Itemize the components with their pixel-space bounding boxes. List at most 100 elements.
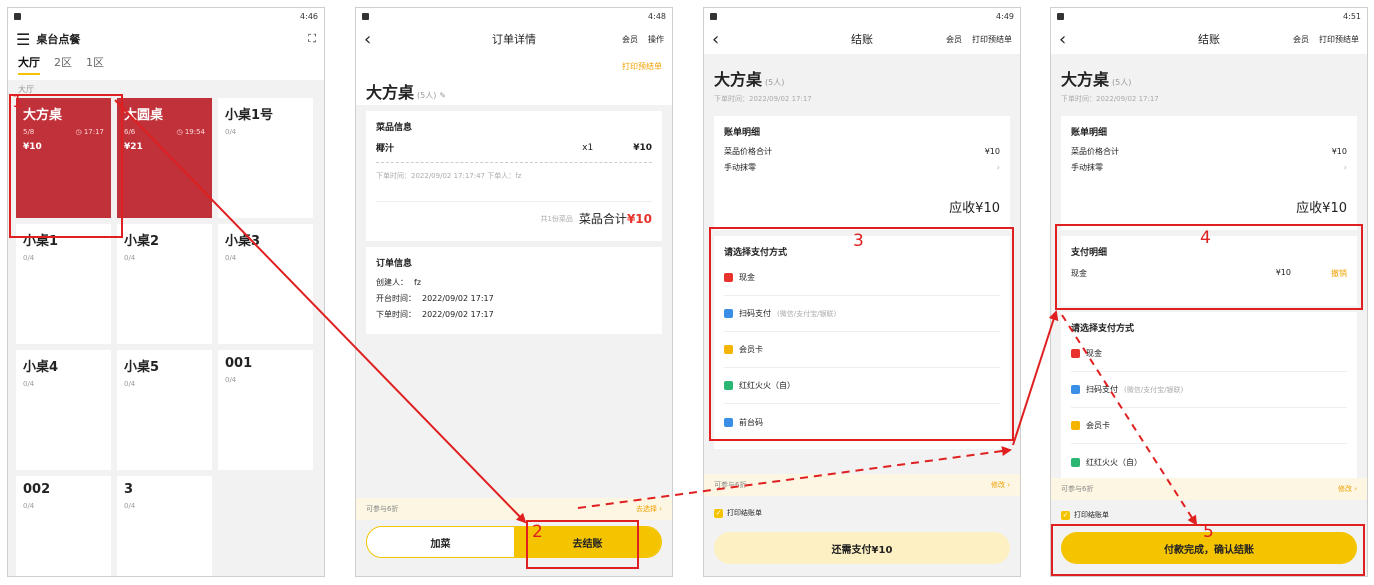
table-card[interactable]: 小桌5 0/4 (117, 350, 212, 470)
custom-pay-icon (1071, 457, 1080, 467)
member-button[interactable]: 会员 (1293, 34, 1309, 45)
tab-area-1[interactable]: 1区 (86, 54, 104, 73)
pay-method-custom[interactable]: 红红火火（自） (1071, 444, 1347, 480)
people-count: (5人) (1112, 78, 1132, 87)
pay-method-scan[interactable]: 扫码支付 (微信/支付宝/银联) (1071, 372, 1347, 408)
section-title: 订单信息 (376, 259, 413, 269)
print-prebill-button[interactable]: 打印预结单 (972, 34, 1012, 45)
order-time-value: 2022/09/02 17:17 (422, 310, 494, 319)
table-title: 大方桌 (1061, 70, 1110, 89)
paid-amount: ¥10 (1275, 268, 1291, 277)
step-number-4: 4 (1200, 228, 1211, 248)
table-card[interactable]: 小桌2 0/4 (117, 224, 212, 344)
pay-method-cash[interactable]: 现金 (1071, 336, 1347, 372)
print-bill-label: 打印结账单 (1074, 511, 1109, 519)
tab-hall[interactable]: 大厅 (18, 54, 40, 75)
print-bill-toggle[interactable]: ✓ 打印结账单 (714, 508, 762, 518)
discount-bar[interactable]: 可参与6折 去选择 › (356, 498, 672, 520)
pay-method-label: 前台码 (739, 417, 763, 427)
creator-label: 创建人： (376, 278, 408, 287)
table-name: 小桌5 (124, 360, 160, 375)
pay-method-label: 红红火火（自） (1086, 457, 1142, 467)
app-header: ☰ 桌台点餐 ⛶ (8, 24, 324, 54)
table-seats: 0/4 (23, 380, 35, 388)
tab-area-2[interactable]: 2区 (54, 54, 72, 73)
print-bill-toggle[interactable]: ✓ 打印结账单 (1061, 510, 1109, 520)
table-name: 002 (23, 482, 51, 497)
table-name: 小桌1号 (225, 108, 274, 123)
table-card[interactable]: 001 0/4 (218, 350, 313, 470)
table-card[interactable]: 小桌1号 0/4 (218, 98, 313, 218)
operations-button[interactable]: 操作 (648, 34, 664, 45)
pay-method-cash[interactable]: 现金 (724, 260, 1000, 296)
table-name: 小桌1 (23, 234, 59, 249)
step-number-5: 5 (1203, 522, 1214, 542)
table-card[interactable]: 小桌4 0/4 (16, 350, 111, 470)
people-count: (5人) (765, 78, 785, 87)
table-card[interactable]: 小桌3 0/4 (218, 224, 313, 344)
discount-bar[interactable]: 可参与6折 修改 › (704, 474, 1020, 496)
print-bill-label: 打印结账单 (727, 509, 762, 517)
screen-table-ordering: 4:46 ☰ 桌台点餐 ⛶ 大厅 2区 1区 大厅 大方桌 5/8 ◷ 17:17… (7, 7, 325, 577)
table-card[interactable]: 大方桌 5/8 ◷ 17:17 ¥10 (16, 98, 111, 218)
back-icon[interactable]: ‹ (712, 29, 719, 50)
discount-select-link[interactable]: 去选择 › (636, 504, 662, 514)
add-dish-button[interactable]: 加菜 (367, 527, 514, 557)
table-time: ◷ 19:54 (176, 128, 205, 136)
pay-method-member-card[interactable]: 会员卡 (724, 332, 1000, 368)
page-title: 桌台点餐 (36, 33, 81, 46)
cash-icon (724, 273, 733, 282)
table-name: 小桌4 (23, 360, 59, 375)
member-button[interactable]: 会员 (946, 34, 962, 45)
table-seats: 0/4 (225, 376, 237, 384)
pay-method-front-desk[interactable]: 前台码 (724, 404, 1000, 440)
print-prebill-button[interactable]: 打印预结单 (1319, 34, 1359, 45)
dish-total-label: 菜品价格合计 (1071, 147, 1119, 156)
table-seats: 0/4 (23, 254, 35, 262)
open-time-value: 2022/09/02 17:17 (422, 294, 494, 303)
order-line: 下单时间：2022/09/02 17:17:47 下单人：fz (376, 172, 522, 180)
cancel-payment-button[interactable]: 撤销 (1331, 268, 1347, 279)
pay-method-label: 现金 (1086, 349, 1102, 358)
table-card[interactable]: 002 0/4 (16, 476, 111, 576)
table-name: 大方桌 (23, 108, 63, 123)
back-icon[interactable]: ‹ (364, 29, 371, 50)
dish-total-value: ¥10 (984, 147, 1000, 156)
pay-method-scan[interactable]: 扫码支付 (微信/支付宝/银联) (724, 296, 1000, 332)
scan-icon[interactable]: ⛶ (308, 32, 316, 46)
back-icon[interactable]: ‹ (1059, 29, 1066, 50)
manual-round-row[interactable]: 手动抹零 › (1071, 162, 1347, 173)
bill-detail-card: 账单明细 菜品价格合计 ¥10 手动抹零 › 应收¥10 (1061, 116, 1357, 230)
dish-total-label: 菜品价格合计 (724, 147, 772, 156)
table-card[interactable]: 3 0/4 (117, 476, 212, 576)
table-card[interactable]: 小桌1 0/4 (16, 224, 111, 344)
pay-method-label: 红红火火（自） (739, 381, 795, 390)
discount-bar[interactable]: 可参与6折 修改 › (1051, 478, 1367, 500)
section-label: 大厅 (18, 85, 34, 94)
manual-round-row[interactable]: 手动抹零 › (724, 162, 1000, 173)
remaining-pay-button[interactable]: 还需支付¥10 (714, 532, 1010, 564)
menu-icon[interactable]: ☰ (16, 30, 30, 49)
order-time: 下单时间：2022/09/02 17:17 (714, 95, 812, 103)
pay-method-hint: (微信/支付宝/银联) (1124, 385, 1184, 394)
pay-method-label: 现金 (739, 273, 755, 282)
clock: 4:49 (996, 11, 1014, 21)
pay-method-label: 会员卡 (1086, 421, 1110, 430)
table-seats: 0/4 (225, 128, 237, 136)
modify-link[interactable]: 修改 › (991, 480, 1010, 490)
chevron-right-icon: › (996, 163, 1000, 172)
paid-method: 现金 (1071, 269, 1087, 278)
app-header: ‹ 结账 会员 打印预结单 (1051, 24, 1367, 54)
member-button[interactable]: 会员 (622, 34, 638, 45)
modify-link[interactable]: 修改 › (1338, 484, 1357, 494)
edit-icon[interactable]: ✎ (439, 91, 446, 100)
table-name: 小桌3 (225, 234, 261, 249)
checkbox-checked-icon: ✓ (1061, 510, 1070, 520)
table-card[interactable]: 大圆桌 6/6 ◷ 19:54 ¥21 (117, 98, 212, 218)
clock: 4:51 (1343, 11, 1361, 21)
pay-method-custom[interactable]: 红红火火（自） (724, 368, 1000, 404)
total-label: 菜品合计 (578, 212, 627, 226)
print-prebill-link[interactable]: 打印预结单 (622, 62, 662, 71)
clock: 4:46 (300, 11, 318, 21)
pay-method-member-card[interactable]: 会员卡 (1071, 408, 1347, 444)
